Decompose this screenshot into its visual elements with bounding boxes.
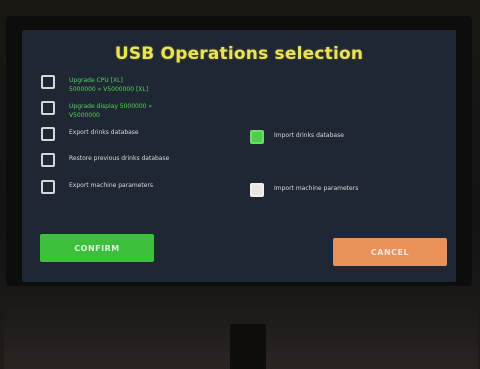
option-import-drinks[interactable]: Import drinks database (250, 130, 344, 144)
checkbox-export-machine[interactable] (41, 180, 55, 194)
option-upgrade-display[interactable]: Upgrade display 5000000 » V5000000 (41, 101, 152, 120)
checkbox-export-drinks[interactable] (41, 127, 55, 141)
option-label: Import machine parameters (274, 185, 359, 192)
confirm-button[interactable]: CONFIRM (40, 234, 154, 262)
option-export-drinks[interactable]: Export drinks database (41, 127, 139, 141)
checkbox-upgrade-display[interactable] (41, 101, 55, 115)
option-label: Export machine parameters (69, 182, 154, 189)
option-restore-drinks[interactable]: Restore previous drinks database (41, 153, 169, 167)
checkbox-import-machine[interactable] (250, 183, 264, 197)
option-label: Import drinks database (274, 132, 344, 139)
option-import-machine[interactable]: Import machine parameters (250, 183, 358, 197)
checkbox-import-drinks[interactable] (250, 130, 264, 144)
option-label: Export drinks database (69, 129, 139, 136)
stand-column (230, 324, 266, 369)
checkbox-upgrade-cpu[interactable] (41, 75, 55, 89)
option-label: Restore previous drinks database (69, 155, 170, 162)
option-export-machine[interactable]: Export machine parameters (41, 180, 153, 194)
page-title: USB Operations selection (114, 44, 364, 64)
checkbox-restore-drinks[interactable] (41, 153, 55, 167)
cancel-button[interactable]: CANCEL (333, 238, 447, 266)
option-upgrade-cpu[interactable]: Upgrade CPU [XL] 5000000 » V5000000 [XL] (41, 75, 148, 94)
option-label: Upgrade display 5000000 » V5000000 (69, 103, 153, 119)
option-label: Upgrade CPU [XL] 5000000 » V5000000 [XL] (69, 77, 149, 93)
